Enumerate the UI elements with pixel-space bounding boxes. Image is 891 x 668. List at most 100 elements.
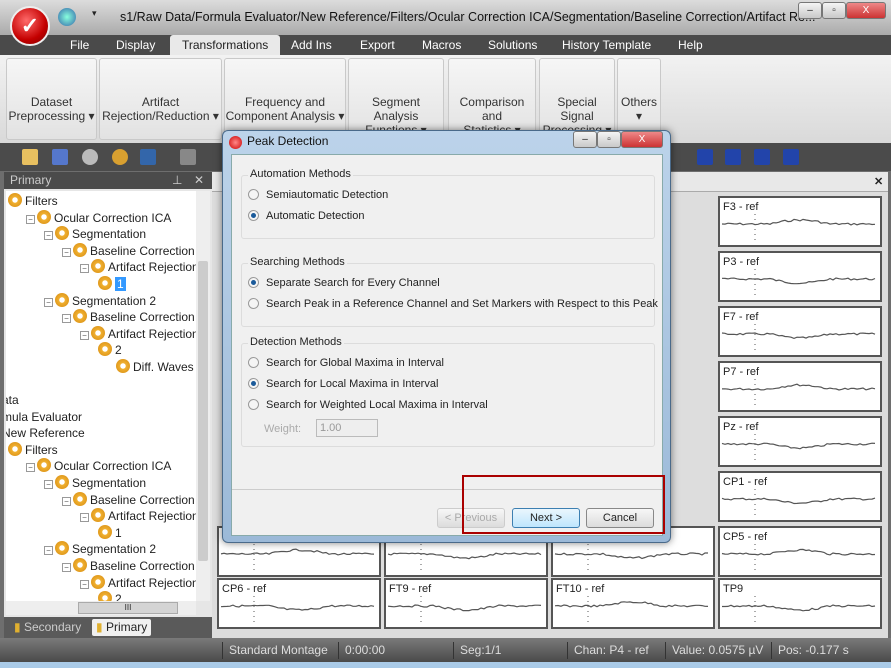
collapse-icon[interactable]: − <box>44 546 53 556</box>
zoom-in-icon[interactable] <box>112 149 128 165</box>
tree-node[interactable]: mula Evaluator <box>6 409 82 425</box>
tree-node[interactable]: − Baseline Correction <box>62 242 195 259</box>
menu-tab-export[interactable]: Export <box>352 35 403 55</box>
channel-plot[interactable]: Pz - ref <box>718 416 882 467</box>
radio-global-maxima[interactable]: Search for Global Maxima in Interval <box>248 357 444 369</box>
dialog-maximize-button[interactable]: ▫ <box>597 131 621 148</box>
tab-primary[interactable]: ▮ Primary <box>92 619 152 636</box>
menu-tab-macros[interactable]: Macros <box>414 35 469 55</box>
tree-node[interactable]: 2 <box>98 591 122 601</box>
ribbon-group-button[interactable]: Others ▾ <box>617 58 661 140</box>
tree-node[interactable]: 1 <box>98 524 122 541</box>
tab-secondary[interactable]: ▮ Secondary <box>10 619 85 636</box>
pin-icon[interactable]: ⊥ <box>172 172 182 189</box>
montage-icon[interactable] <box>140 149 156 165</box>
tree-node[interactable]: − Segmentation <box>44 475 146 491</box>
channel-plot[interactable]: CP6 - ref <box>217 578 381 629</box>
tree-node[interactable]: Filters <box>8 193 58 209</box>
collapse-icon[interactable]: − <box>62 496 71 506</box>
tree-node[interactable]: New Reference <box>6 425 85 441</box>
chart-icon[interactable] <box>52 149 68 165</box>
tree-node[interactable]: − Segmentation 2 <box>44 292 156 309</box>
ribbon-group-button[interactable]: Artifact Rejection/Reduction ▾ <box>99 58 222 140</box>
tile-vertical-icon[interactable] <box>783 149 799 165</box>
channel-plot[interactable]: CP5 - ref <box>718 526 882 577</box>
channel-plot[interactable]: P7 - ref <box>718 361 882 412</box>
quick-access-icon[interactable] <box>58 8 76 26</box>
collapse-icon[interactable]: − <box>80 264 89 274</box>
collapse-icon[interactable]: − <box>26 214 35 224</box>
scroll-thumb[interactable] <box>198 261 208 561</box>
channel-plot[interactable]: P3 - ref <box>718 251 882 302</box>
channel-plot[interactable]: F7 - ref <box>718 306 882 357</box>
tree-node[interactable]: − Baseline Correction <box>62 558 195 574</box>
menu-tab-solutions[interactable]: Solutions <box>480 35 545 55</box>
menu-tab-file[interactable]: File <box>62 35 97 55</box>
tree-node[interactable]: 2 <box>98 342 122 358</box>
tree-node[interactable]: − Segmentation <box>44 226 146 242</box>
menu-tab-transformations[interactable]: Transformations <box>170 35 281 55</box>
radio-weighted-local-maxima[interactable]: Search for Weighted Local Maxima in Inte… <box>248 399 488 411</box>
collapse-icon[interactable]: − <box>80 330 89 340</box>
tree-node[interactable]: − Artifact Rejection <box>80 259 196 275</box>
ribbon-group-button[interactable]: Frequency and Component Analysis ▾ <box>224 58 346 140</box>
zoom-icon[interactable] <box>82 149 98 165</box>
menu-tab-history-template[interactable]: History Template <box>554 35 659 55</box>
tree-node[interactable]: − Ocular Correction ICA <box>26 458 171 474</box>
radio-semiautomatic[interactable]: Semiautomatic Detection <box>248 189 388 201</box>
tree-node[interactable]: − Baseline Correction <box>62 491 195 508</box>
menu-tab-help[interactable]: Help <box>670 35 711 55</box>
tree-node[interactable]: − Artifact Rejection <box>80 574 196 591</box>
ribbon-group-button[interactable]: Segment AnalysisFunctions ▾ <box>348 58 444 140</box>
collapse-icon[interactable]: − <box>26 463 35 473</box>
radio-automatic[interactable]: Automatic Detection <box>248 210 364 222</box>
radio-reference-channel[interactable]: Search Peak in a Reference Channel and S… <box>248 298 658 310</box>
r-icon[interactable] <box>180 149 196 165</box>
tile-horizontal-icon[interactable] <box>754 149 770 165</box>
tree-node[interactable]: − Artifact Rejection <box>80 325 196 342</box>
channel-plot[interactable]: FT9 - ref <box>384 578 548 629</box>
ribbon-group-button[interactable]: Comparison andStatistics ▾ <box>448 58 536 140</box>
radio-separate-search[interactable]: Separate Search for Every Channel <box>248 277 440 289</box>
collapse-icon[interactable]: − <box>80 579 89 589</box>
scroll-thumb[interactable]: III <box>78 602 178 614</box>
open-icon[interactable] <box>22 149 38 165</box>
tree-node[interactable]: − Artifact Rejection <box>80 508 196 524</box>
close-view-icon[interactable]: ✕ <box>874 175 883 188</box>
channel-plot[interactable]: FT10 - ref <box>551 578 715 629</box>
collapse-icon[interactable]: − <box>62 563 71 572</box>
tree-node[interactable]: ata <box>6 392 19 408</box>
tree-node[interactable]: − Segmentation 2 <box>44 541 156 557</box>
collapse-icon[interactable]: − <box>44 480 53 489</box>
menu-tab-display[interactable]: Display <box>108 35 163 55</box>
collapse-icon[interactable]: − <box>80 513 89 523</box>
horizontal-scrollbar[interactable]: III <box>6 601 196 615</box>
channel-plot[interactable]: TP9 <box>718 578 882 629</box>
tree-node[interactable]: 1 <box>98 276 126 292</box>
close-button[interactable]: X <box>846 2 886 19</box>
dialog-minimize-button[interactable]: – <box>573 131 597 148</box>
channel-plot[interactable]: CP1 - ref <box>718 471 882 522</box>
tree-node[interactable]: Filters <box>8 441 58 458</box>
tree-node[interactable]: − Baseline Correction <box>62 309 195 325</box>
collapse-icon[interactable]: − <box>44 297 53 307</box>
collapse-icon[interactable]: − <box>44 231 53 241</box>
collapse-icon[interactable]: − <box>62 247 71 257</box>
ribbon-group-button[interactable]: Special SignalProcessing ▾ <box>539 58 615 140</box>
cascade-icon[interactable] <box>725 149 741 165</box>
tree-node[interactable]: − Ocular Correction ICA <box>26 209 171 226</box>
weight-input[interactable]: 1.00 <box>316 419 378 437</box>
maximize-button[interactable]: ▫ <box>822 2 846 19</box>
ribbon-group-button[interactable]: Dataset Preprocessing ▾ <box>6 58 97 140</box>
app-logo[interactable]: ✓ <box>10 6 50 46</box>
tree-node[interactable]: Diff. Waves <box>116 359 194 375</box>
vertical-scrollbar[interactable] <box>196 191 210 601</box>
dialog-close-button[interactable]: X <box>621 131 663 148</box>
minimize-button[interactable]: – <box>798 2 822 19</box>
collapse-icon[interactable]: − <box>62 314 71 324</box>
quick-access-dropdown[interactable]: ▾ <box>92 8 97 19</box>
close-panel-icon[interactable]: ✕ <box>194 172 204 189</box>
channel-plot[interactable]: F3 - ref <box>718 196 882 247</box>
menu-tab-add-ins[interactable]: Add Ins <box>283 35 340 55</box>
window-icon[interactable] <box>697 149 713 165</box>
